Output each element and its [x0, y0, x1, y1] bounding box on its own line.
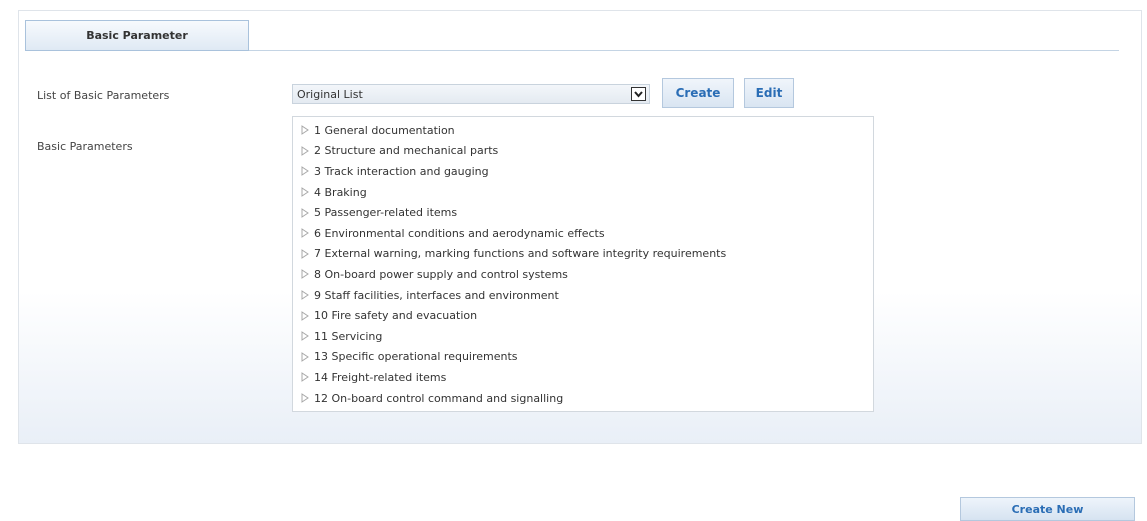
triangle-right-icon[interactable]	[299, 145, 311, 157]
tree-item[interactable]: 14 Freight-related items	[293, 367, 873, 388]
tree-item[interactable]: 3 Track interaction and gauging	[293, 161, 873, 182]
triangle-right-icon[interactable]	[299, 165, 311, 177]
tree-item-label: 3 Track interaction and gauging	[314, 164, 489, 178]
triangle-right-icon[interactable]	[299, 371, 311, 383]
tree-item-label: 11 Servicing	[314, 329, 383, 343]
triangle-right-icon[interactable]	[299, 310, 311, 322]
chevron-down-icon[interactable]	[631, 87, 646, 101]
tree-item-label: 1 General documentation	[314, 123, 455, 137]
create-new-label: Create New	[1011, 503, 1084, 516]
tree-item-label: 9 Staff facilities, interfaces and envir…	[314, 288, 559, 302]
tree-item-label: 13 Specific operational requirements	[314, 350, 518, 364]
tree-item-label: 7 External warning, marking functions an…	[314, 247, 727, 261]
tree-item-label: 14 Freight-related items	[314, 370, 447, 384]
tree-item[interactable]: 10 Fire safety and evacuation	[293, 305, 873, 326]
tree-item[interactable]: 13 Specific operational requirements	[293, 347, 873, 368]
tree-item[interactable]: 5 Passenger-related items	[293, 202, 873, 223]
triangle-right-icon[interactable]	[299, 186, 311, 198]
list-of-basic-parameters-label: List of Basic Parameters	[37, 89, 170, 102]
edit-button[interactable]: Edit	[744, 78, 794, 108]
tab-basic-parameter[interactable]: Basic Parameter	[25, 20, 249, 51]
tree-item[interactable]: 1 General documentation	[293, 120, 873, 141]
tree-item-label: 5 Passenger-related items	[314, 206, 458, 220]
tree-item-label: 12 On-board control command and signalli…	[314, 391, 564, 405]
tree-item-label: 6 Environmental conditions and aerodynam…	[314, 226, 605, 240]
tree-item[interactable]: 4 Braking	[293, 182, 873, 203]
basic-parameter-list-select[interactable]: Original List	[292, 84, 650, 104]
tree-item-label: 10 Fire safety and evacuation	[314, 309, 478, 323]
tree-item-label: 2 Structure and mechanical parts	[314, 144, 499, 158]
triangle-right-icon[interactable]	[299, 124, 311, 136]
create-button[interactable]: Create	[662, 78, 734, 108]
edit-button-label: Edit	[755, 86, 783, 100]
tree-item[interactable]: 2 Structure and mechanical parts	[293, 141, 873, 162]
basic-parameters-label: Basic Parameters	[37, 140, 133, 153]
triangle-right-icon[interactable]	[299, 330, 311, 342]
tree-item[interactable]: 12 On-board control command and signalli…	[293, 388, 873, 409]
select-value: Original List	[297, 88, 363, 101]
tree-item-label: 8 On-board power supply and control syst…	[314, 267, 568, 281]
tree-item[interactable]: 7 External warning, marking functions an…	[293, 244, 873, 265]
tree-item-label: 4 Braking	[314, 185, 367, 199]
triangle-right-icon[interactable]	[299, 248, 311, 260]
triangle-right-icon[interactable]	[299, 289, 311, 301]
tab-label: Basic Parameter	[86, 29, 188, 42]
triangle-right-icon[interactable]	[299, 392, 311, 404]
tree-item[interactable]: 9 Staff facilities, interfaces and envir…	[293, 285, 873, 306]
triangle-right-icon[interactable]	[299, 207, 311, 219]
triangle-right-icon[interactable]	[299, 268, 311, 280]
basic-parameters-tree: 1 General documentation 2 Structure and m…	[292, 116, 874, 412]
tree-item[interactable]: 11 Servicing	[293, 326, 873, 347]
create-new-button[interactable]: Create New	[960, 497, 1135, 521]
create-button-label: Create	[675, 86, 721, 100]
tree-item[interactable]: 8 On-board power supply and control syst…	[293, 264, 873, 285]
tab-divider	[249, 50, 1119, 51]
triangle-right-icon[interactable]	[299, 351, 311, 363]
triangle-right-icon[interactable]	[299, 227, 311, 239]
tree-item[interactable]: 6 Environmental conditions and aerodynam…	[293, 223, 873, 244]
